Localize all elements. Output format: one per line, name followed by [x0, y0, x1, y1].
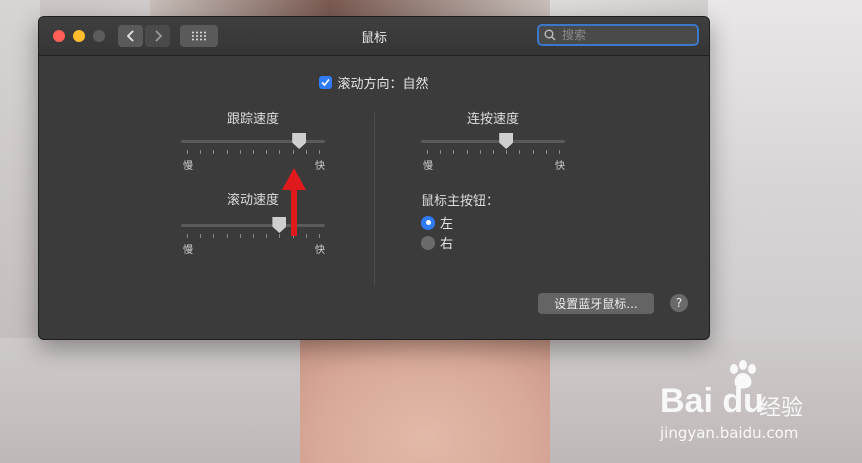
- slider-tick: [427, 150, 428, 154]
- fast-label: 快: [315, 161, 325, 172]
- setup-bluetooth-mouse-button[interactable]: 设置蓝牙鼠标...: [538, 293, 654, 314]
- slider-tick: [187, 150, 188, 154]
- watermark-product: 经验: [759, 396, 804, 421]
- slow-label: 慢: [183, 245, 193, 256]
- background-skin: [300, 338, 550, 463]
- slider-tick: [519, 150, 521, 154]
- annotation-arrow-icon: [282, 168, 306, 236]
- slider-tick: [506, 150, 508, 154]
- slider-tick: [200, 150, 202, 154]
- slider-tick: [559, 150, 560, 154]
- fast-label: 快: [315, 245, 325, 256]
- slider-tick: [479, 150, 481, 154]
- slider-tick: [253, 150, 254, 154]
- radio-selected-indicator: [421, 215, 435, 230]
- primary-button-left-radio[interactable]: 左: [421, 213, 453, 232]
- radio-label: 左: [440, 217, 454, 232]
- slider-tick: [279, 150, 281, 154]
- scroll-direction-row: 滚动方向：自然: [39, 73, 709, 92]
- checkmark-icon: [321, 78, 331, 87]
- radio-unselected-indicator: [421, 235, 435, 250]
- slider-tick: [466, 150, 468, 154]
- baidu-jingyan-watermark: Bai du 经验 jingyan.baidu.com: [660, 360, 860, 450]
- slider-tick: [453, 150, 455, 154]
- watermark-url: jingyan.baidu.com: [660, 424, 799, 442]
- slider-tick: [319, 234, 320, 238]
- column-divider: [374, 113, 375, 285]
- scroll-direction-checkbox[interactable]: [319, 76, 333, 89]
- scroll-direction-label: 滚动方向：自然: [337, 77, 429, 92]
- slider-tick: [493, 150, 494, 154]
- fast-label: 快: [555, 161, 565, 172]
- slider-knob[interactable]: [499, 133, 514, 149]
- help-button[interactable]: ?: [670, 294, 688, 312]
- slider-tick: [319, 150, 320, 154]
- slider-tick: [213, 234, 215, 238]
- double-click-speed-slider[interactable]: 慢 快: [421, 123, 565, 172]
- radio-label: 右: [440, 237, 454, 252]
- titlebar: 鼠标: [39, 17, 709, 56]
- search-icon: [544, 29, 556, 41]
- slider-tick: [305, 150, 307, 154]
- mouse-preferences-window: 鼠标 滚动方向：自然 跟踪速度 慢 快 滚动速度 慢 快 连按速度: [38, 16, 710, 340]
- slow-label: 慢: [423, 161, 433, 172]
- slider-tick: [239, 234, 241, 238]
- slider-tick: [226, 234, 228, 238]
- slider-tick: [266, 150, 268, 154]
- slow-label: 慢: [183, 161, 193, 172]
- watermark-brand: Bai du: [660, 382, 764, 420]
- slider-tick: [266, 234, 268, 238]
- slider-tick: [532, 150, 534, 154]
- slider-tick: [440, 150, 442, 154]
- slider-tick: [187, 234, 188, 238]
- tracking-speed-slider[interactable]: 慢 快: [181, 123, 325, 172]
- slider-track: [421, 140, 565, 143]
- search-field[interactable]: [537, 24, 699, 46]
- slider-tick: [292, 150, 294, 154]
- slider-tick: [226, 150, 228, 154]
- slider-tick: [239, 150, 241, 154]
- slider-tick: [253, 234, 254, 238]
- primary-button-right-radio[interactable]: 右: [421, 233, 453, 252]
- slider-tick: [545, 150, 547, 154]
- primary-button-label: 鼠标主按钮：: [421, 194, 500, 209]
- slider-knob[interactable]: [292, 133, 307, 149]
- search-input[interactable]: [560, 27, 684, 43]
- slider-tick: [213, 150, 215, 154]
- slider-tick: [200, 234, 202, 238]
